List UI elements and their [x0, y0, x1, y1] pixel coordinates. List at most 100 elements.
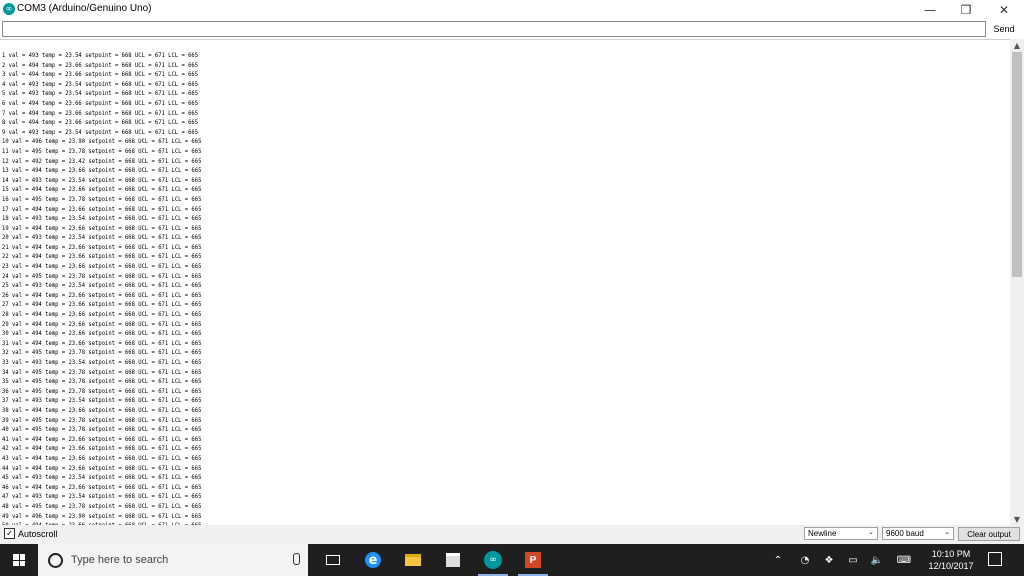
output-line: 4 val = 493 temp = 23.54 setpoint = 668 … — [2, 80, 199, 88]
clear-output-button[interactable]: Clear output — [958, 527, 1020, 541]
microphone-icon[interactable] — [293, 553, 300, 565]
autoscroll-checkbox[interactable]: ✓ — [4, 528, 15, 539]
serial-output-area[interactable]: 1 val = 493 temp = 23.54 setpoint = 668 … — [0, 39, 1010, 526]
output-line: 36 val = 495 temp = 23.78 setpoint = 668… — [2, 387, 202, 395]
output-line: 20 val = 493 temp = 23.54 setpoint = 668… — [2, 234, 202, 242]
output-line: 10 val = 496 temp = 23.90 setpoint = 668… — [2, 138, 202, 146]
output-line: 32 val = 495 temp = 23.78 setpoint = 668… — [2, 349, 202, 357]
output-line: 23 val = 494 temp = 23.66 setpoint = 668… — [2, 263, 202, 271]
taskbar-search-box[interactable]: Type here to search — [38, 544, 308, 576]
output-line: 37 val = 493 temp = 23.54 setpoint = 668… — [2, 397, 202, 405]
windows-logo-icon — [13, 554, 25, 566]
output-line: 26 val = 494 temp = 23.66 setpoint = 668… — [2, 291, 202, 299]
clock-time: 10:10 PM — [931, 549, 971, 559]
clock-date: 12/10/2017 — [928, 561, 974, 571]
line-ending-select[interactable]: Newline ⌄ — [804, 527, 878, 540]
output-line: 31 val = 494 temp = 23.66 setpoint = 668… — [2, 339, 202, 347]
task-view-icon — [326, 555, 340, 565]
task-view-button[interactable] — [314, 544, 352, 576]
output-line: 49 val = 496 temp = 23.90 setpoint = 668… — [2, 512, 202, 520]
output-line: 8 val = 494 temp = 23.66 setpoint = 668 … — [2, 119, 199, 127]
output-line: 35 val = 495 temp = 23.78 setpoint = 668… — [2, 378, 202, 386]
scroll-up-arrow-icon[interactable]: ▲ — [1010, 39, 1024, 51]
arduino-icon: ∞ — [484, 551, 502, 569]
cortana-icon — [48, 552, 63, 568]
window-title: COM3 (Arduino/Genuino Uno) — [17, 3, 152, 14]
output-line: 14 val = 493 temp = 23.54 setpoint = 668… — [2, 176, 202, 184]
close-button[interactable]: ✕ — [986, 0, 1022, 19]
scrollbar-thumb[interactable] — [1012, 52, 1022, 277]
notifications-icon[interactable] — [988, 552, 1002, 566]
file-explorer-taskbar-button[interactable] — [394, 544, 432, 576]
output-line: 28 val = 494 temp = 23.66 setpoint = 668… — [2, 311, 202, 319]
output-line: 12 val = 492 temp = 23.42 setpoint = 668… — [2, 157, 202, 165]
output-line: 39 val = 495 temp = 23.78 setpoint = 668… — [2, 416, 202, 424]
chevron-down-icon: ⌄ — [944, 528, 950, 536]
taskbar-clock[interactable]: 10:10 PM 12/10/2017 — [918, 548, 984, 572]
arduino-taskbar-button[interactable]: ∞ — [474, 544, 512, 576]
output-line: 24 val = 495 temp = 23.78 setpoint = 668… — [2, 272, 202, 280]
maximize-button[interactable]: ❐ — [948, 0, 984, 19]
chevron-down-icon: ⌄ — [868, 528, 874, 536]
baud-rate-select[interactable]: 9600 baud ⌄ — [882, 527, 954, 540]
output-line: 11 val = 495 temp = 23.78 setpoint = 668… — [2, 147, 202, 155]
output-line: 45 val = 493 temp = 23.54 setpoint = 668… — [2, 474, 202, 482]
powerpoint-icon: P — [525, 552, 541, 568]
output-line: 30 val = 494 temp = 23.66 setpoint = 668… — [2, 330, 202, 338]
output-line: 16 val = 495 temp = 23.78 setpoint = 668… — [2, 195, 202, 203]
output-line: 27 val = 494 temp = 23.66 setpoint = 668… — [2, 301, 202, 309]
baud-rate-value: 9600 baud — [886, 529, 924, 538]
autoscroll-toggle[interactable]: ✓ Autoscroll — [4, 528, 58, 539]
output-line: 9 val = 493 temp = 23.54 setpoint = 668 … — [2, 128, 199, 136]
output-line: 44 val = 494 temp = 23.66 setpoint = 668… — [2, 464, 202, 472]
output-line: 48 val = 495 temp = 23.78 setpoint = 668… — [2, 502, 202, 510]
volume-icon[interactable]: 🔈 — [868, 544, 886, 576]
output-lines: 1 val = 493 temp = 23.54 setpoint = 668 … — [2, 51, 201, 526]
output-line: 38 val = 494 temp = 23.66 setpoint = 668… — [2, 406, 202, 414]
arduino-app-icon: ∞ — [3, 3, 15, 15]
vertical-scrollbar[interactable]: ▲ ▼ — [1010, 39, 1024, 525]
output-line: 22 val = 494 temp = 23.66 setpoint = 668… — [2, 253, 202, 261]
output-line: 34 val = 495 temp = 23.78 setpoint = 668… — [2, 368, 202, 376]
powerpoint-taskbar-button[interactable]: P — [514, 544, 552, 576]
send-button[interactable]: Send — [988, 21, 1020, 37]
output-line: 17 val = 494 temp = 23.66 setpoint = 668… — [2, 205, 202, 213]
power-icon[interactable]: ▭ — [844, 544, 862, 576]
output-line: 41 val = 494 temp = 23.66 setpoint = 668… — [2, 435, 202, 443]
output-line: 6 val = 494 temp = 23.66 setpoint = 668 … — [2, 99, 199, 107]
keyboard-icon[interactable]: ⌨ — [894, 544, 914, 576]
dropbox-icon[interactable]: ❖ — [820, 544, 838, 576]
autoscroll-label: Autoscroll — [18, 528, 58, 539]
output-line: 7 val = 494 temp = 23.66 setpoint = 668 … — [2, 109, 199, 117]
output-line: 21 val = 494 temp = 23.66 setpoint = 668… — [2, 243, 202, 251]
output-line: 25 val = 493 temp = 23.54 setpoint = 668… — [2, 282, 202, 290]
serial-input-field[interactable] — [2, 21, 986, 37]
output-line: 29 val = 494 temp = 23.66 setpoint = 668… — [2, 320, 202, 328]
edge-taskbar-button[interactable]: e — [354, 544, 392, 576]
output-line: 46 val = 494 temp = 23.66 setpoint = 668… — [2, 483, 202, 491]
output-line: 42 val = 494 temp = 23.66 setpoint = 668… — [2, 445, 202, 453]
search-placeholder: Type here to search — [71, 554, 169, 566]
title-bar: ∞ COM3 (Arduino/Genuino Uno) — ❐ ✕ — [0, 0, 1024, 19]
output-line: 2 val = 494 temp = 23.66 setpoint = 668 … — [2, 61, 199, 69]
store-taskbar-button[interactable] — [434, 544, 472, 576]
output-line: 3 val = 494 temp = 23.66 setpoint = 668 … — [2, 71, 199, 79]
output-line: 33 val = 493 temp = 23.54 setpoint = 668… — [2, 359, 202, 366]
output-line: 19 val = 494 temp = 23.66 setpoint = 668… — [2, 224, 202, 232]
folder-icon — [405, 554, 421, 566]
start-button[interactable] — [0, 544, 38, 576]
output-line: 43 val = 494 temp = 23.66 setpoint = 668… — [2, 454, 202, 462]
output-line: 1 val = 493 temp = 23.54 setpoint = 668 … — [2, 52, 199, 59]
bottom-bar: ✓ Autoscroll Newline ⌄ 9600 baud ⌄ Clear… — [0, 525, 1024, 544]
scroll-down-arrow-icon[interactable]: ▼ — [1010, 513, 1024, 525]
output-line: 5 val = 493 temp = 23.54 setpoint = 668 … — [2, 90, 199, 98]
chevron-up-icon[interactable]: ⌃ — [770, 544, 786, 576]
output-line: 47 val = 493 temp = 23.54 setpoint = 668… — [2, 493, 202, 501]
edge-icon: e — [365, 552, 381, 568]
store-icon — [446, 553, 460, 567]
network-icon[interactable]: ◔ — [796, 544, 814, 576]
output-line: 13 val = 494 temp = 23.66 setpoint = 668… — [2, 167, 202, 175]
minimize-button[interactable]: — — [912, 0, 948, 19]
output-line: 40 val = 495 temp = 23.78 setpoint = 668… — [2, 426, 202, 434]
taskbar: Type here to search e ∞ P ⌃ ◔ ❖ ▭ 🔈 ⌨ 10… — [0, 544, 1024, 576]
